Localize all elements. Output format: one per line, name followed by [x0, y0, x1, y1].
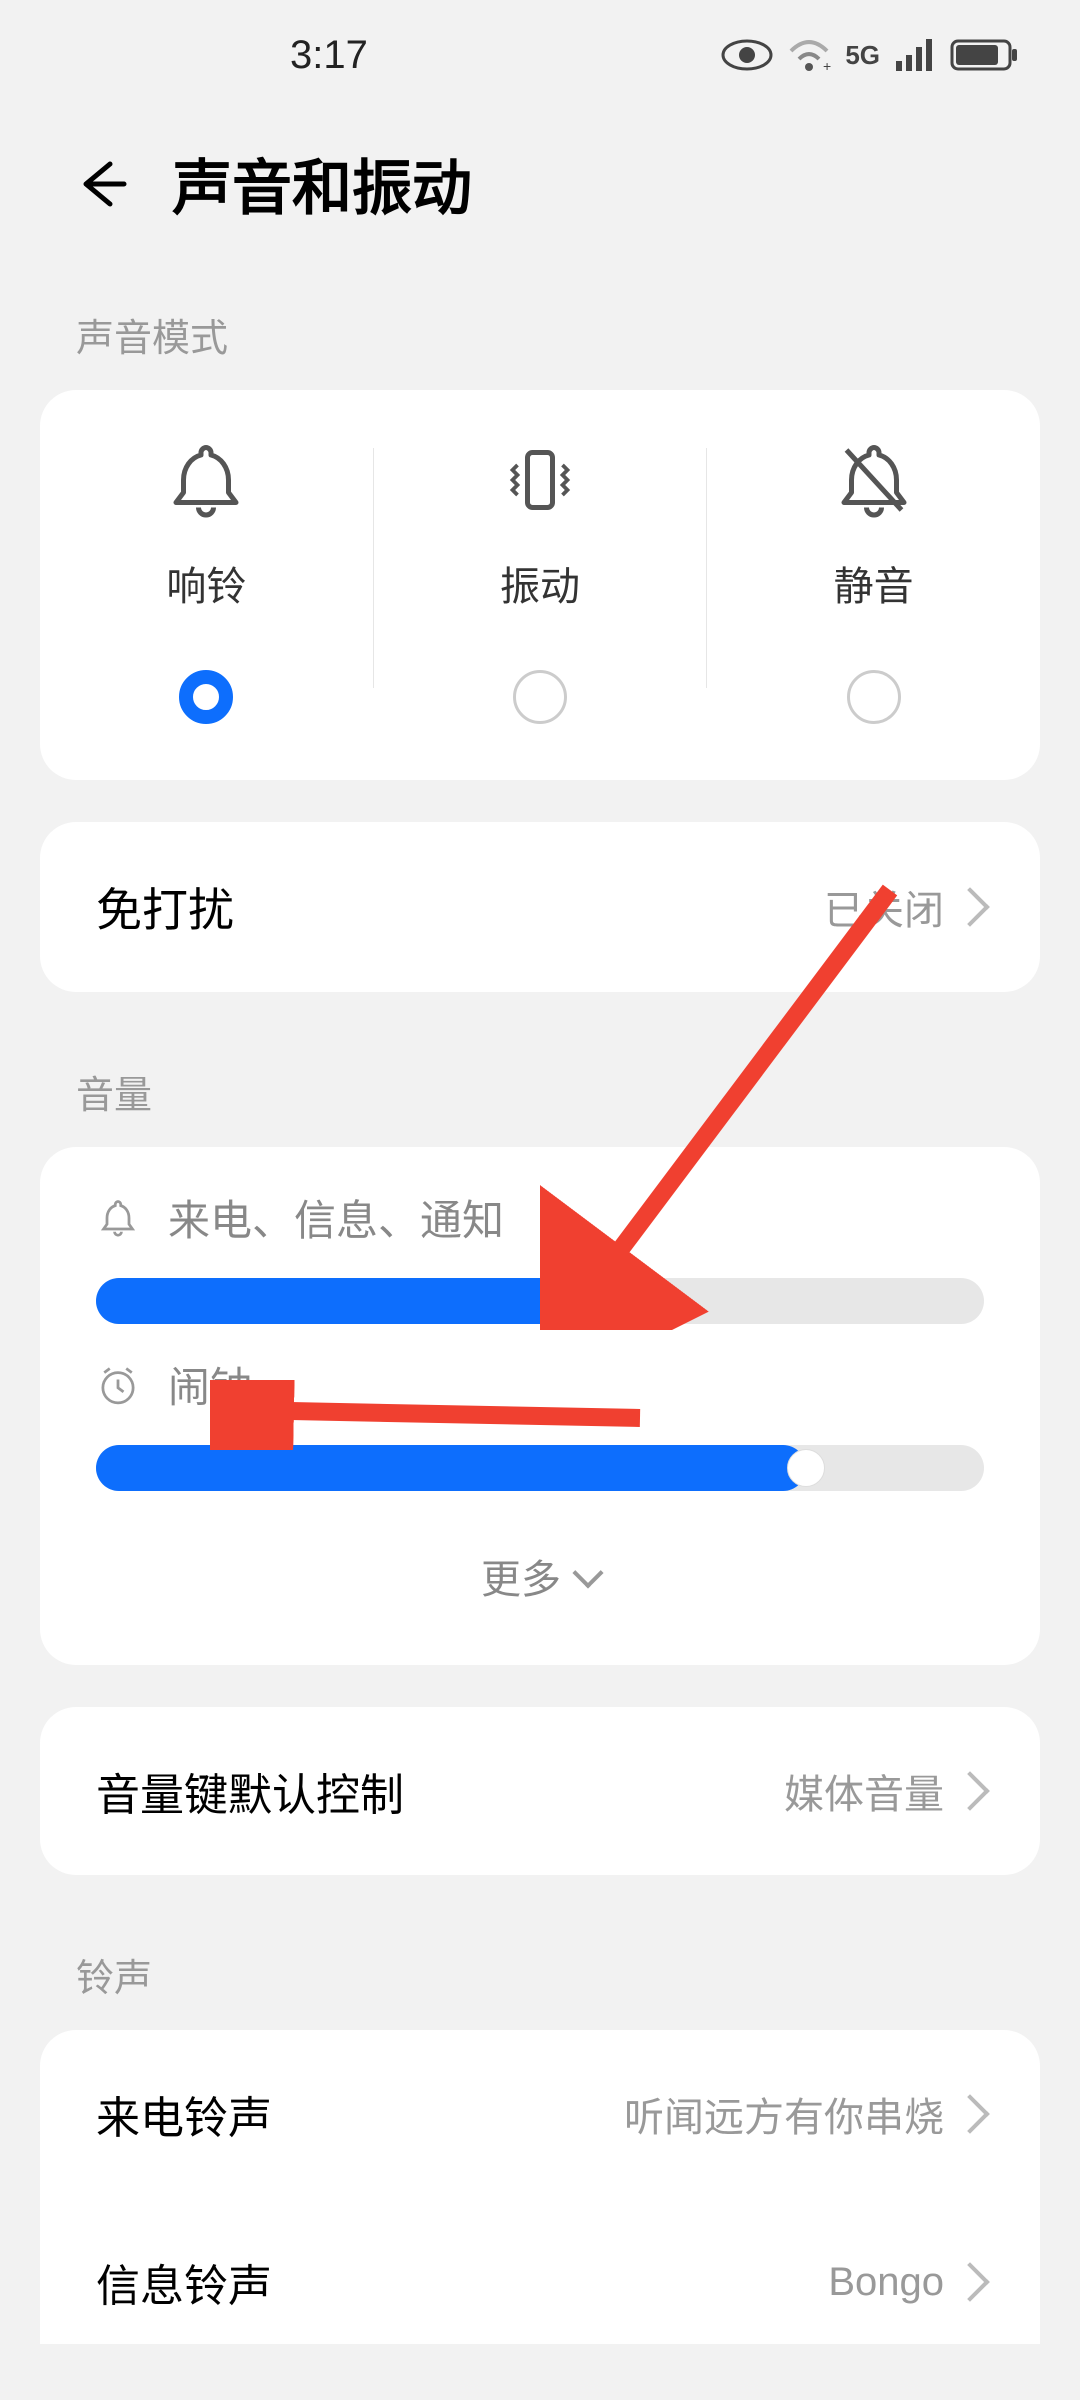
volume-alarm-label: 闹钟	[168, 1354, 252, 1415]
bell-icon	[166, 440, 246, 520]
radio-ring[interactable]	[179, 670, 233, 724]
vibrate-icon	[500, 440, 580, 520]
network-type: 5G	[845, 40, 880, 71]
chevron-down-icon	[572, 1557, 603, 1588]
page-header: 声音和振动	[0, 110, 1080, 277]
ringtone-msg-title: 信息铃声	[96, 2250, 272, 2314]
chevron-right-icon	[950, 2262, 990, 2302]
mode-mute-label: 静音	[834, 554, 914, 612]
svg-text:+: +	[823, 58, 831, 73]
bell-small-icon	[96, 1196, 140, 1240]
dnd-title: 免打扰	[96, 874, 234, 940]
more-label: 更多	[481, 1547, 561, 1605]
dnd-card: 免打扰 已关闭	[40, 822, 1040, 992]
volume-key-title: 音量键默认控制	[96, 1759, 404, 1823]
alarm-icon	[96, 1363, 140, 1407]
ringtone-msg-row[interactable]: 信息铃声 Bongo	[40, 2198, 1040, 2344]
ringtone-call-value: 听闻远方有你串烧	[624, 2085, 944, 2143]
bell-off-icon	[834, 440, 914, 520]
slider-fill	[96, 1278, 584, 1324]
ringtone-card: 来电铃声 听闻远方有你串烧 信息铃声 Bongo	[40, 2030, 1040, 2344]
mode-ring-label: 响铃	[166, 554, 246, 612]
mode-vibrate-label: 振动	[500, 554, 580, 612]
volume-key-value: 媒体音量	[784, 1762, 944, 1820]
chevron-right-icon	[950, 2094, 990, 2134]
section-label-volume: 音量	[0, 1034, 1080, 1147]
volume-ring-slider[interactable]	[96, 1278, 984, 1324]
arrow-left-icon	[74, 156, 130, 212]
volume-alarm-slider[interactable]	[96, 1445, 984, 1491]
radio-vibrate[interactable]	[513, 670, 567, 724]
volume-alarm-group: 闹钟	[96, 1354, 984, 1491]
mode-ring[interactable]: 响铃	[40, 440, 373, 724]
dnd-value: 已关闭	[824, 878, 944, 936]
volume-card: 来电、信息、通知 闹钟 更多	[40, 1147, 1040, 1665]
section-label-ringtone: 铃声	[0, 1917, 1080, 2030]
volume-ring-group: 来电、信息、通知	[96, 1187, 984, 1324]
chevron-right-icon	[950, 887, 990, 927]
volume-key-card: 音量键默认控制 媒体音量	[40, 1707, 1040, 1875]
section-label-sound-mode: 声音模式	[0, 277, 1080, 390]
page-title: 声音和振动	[172, 140, 472, 227]
volume-more[interactable]: 更多	[96, 1521, 984, 1635]
mode-mute[interactable]: 静音	[707, 440, 1040, 724]
volume-ring-label: 来电、信息、通知	[168, 1187, 504, 1248]
wifi-icon: +	[787, 37, 831, 73]
ringtone-call-title: 来电铃声	[96, 2082, 272, 2146]
slider-fill	[96, 1445, 806, 1491]
slider-thumb[interactable]	[565, 1282, 603, 1320]
signal-icon	[894, 37, 936, 73]
eye-icon	[721, 37, 773, 73]
mode-vibrate[interactable]: 振动	[374, 440, 707, 724]
chevron-right-icon	[950, 1771, 990, 1811]
status-icons: + 5G	[721, 37, 1020, 73]
back-button[interactable]	[72, 154, 132, 214]
status-bar: 3:17 + 5G	[0, 0, 1080, 110]
battery-icon	[950, 37, 1020, 73]
ringtone-msg-value: Bongo	[828, 2260, 944, 2305]
volume-key-row[interactable]: 音量键默认控制 媒体音量	[40, 1707, 1040, 1875]
sound-mode-card: 响铃 振动 静音	[40, 390, 1040, 780]
slider-thumb[interactable]	[787, 1449, 825, 1487]
status-time: 3:17	[290, 33, 368, 78]
radio-mute[interactable]	[847, 670, 901, 724]
ringtone-call-row[interactable]: 来电铃声 听闻远方有你串烧	[40, 2030, 1040, 2198]
dnd-row[interactable]: 免打扰 已关闭	[40, 822, 1040, 992]
